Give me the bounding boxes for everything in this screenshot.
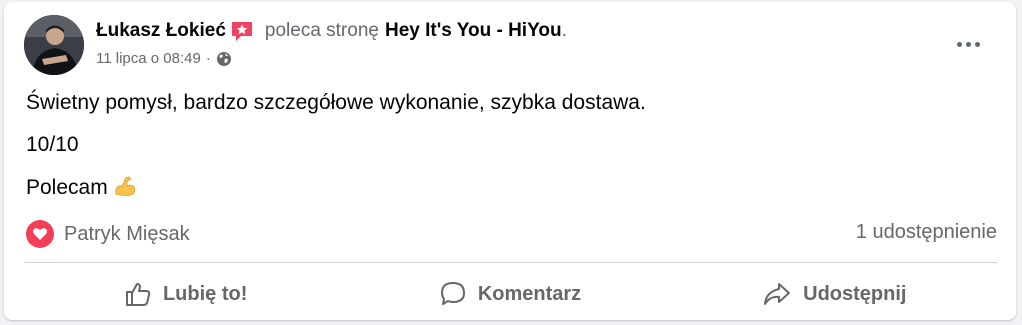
shares-count[interactable]: 1 udostępnienie	[856, 221, 997, 244]
share-arrow-icon	[764, 283, 791, 305]
post-header: Łukasz Łokieć poleca stronę Hey It's You…	[24, 15, 567, 77]
share-button[interactable]: Udostępnij	[673, 272, 997, 316]
thumbs-up-icon	[125, 283, 151, 306]
separator: ·	[205, 50, 211, 67]
globe-icon	[216, 51, 232, 67]
post-timestamp[interactable]: 11 lipca o 08:49	[96, 50, 201, 67]
share-label: Udostępnij	[803, 282, 907, 305]
page-name-link[interactable]: Hey It's You - HiYou	[385, 18, 562, 44]
comment-icon	[440, 282, 465, 305]
post-text-line-container: Polecam	[26, 174, 646, 201]
post-body: Świetny pomysł, bardzo szczegółowe wykon…	[26, 90, 646, 217]
post-card: Łukasz Łokieć poleca stronę Hey It's You…	[4, 2, 1016, 320]
dot-icon	[956, 41, 962, 47]
post-text-line: 10/10	[26, 133, 79, 156]
reactor-names[interactable]: Patryk Mięsak	[64, 223, 190, 246]
comment-button[interactable]: Komentarz	[348, 272, 672, 316]
dot-icon	[965, 41, 971, 47]
page-name-suffix: .	[561, 20, 567, 41]
divider	[24, 262, 997, 263]
more-options-button[interactable]	[950, 32, 986, 56]
avatar[interactable]	[24, 15, 84, 75]
dot-icon	[974, 41, 980, 47]
heart-icon	[26, 220, 54, 248]
like-button[interactable]: Lubię to!	[24, 272, 348, 316]
flexed-biceps-icon	[113, 174, 137, 198]
post-text-line: Świetny pomysł, bardzo szczegółowe wykon…	[26, 91, 646, 114]
like-label: Lubię to!	[162, 282, 248, 305]
action-bar: Lubię to! Komentarz Udostępnij	[24, 272, 997, 316]
recommendation-star-icon	[230, 20, 254, 42]
recommendation-action: poleca stronę	[264, 20, 379, 41]
comment-label: Komentarz	[477, 282, 582, 305]
reactions-summary[interactable]: Patryk Mięsak	[26, 220, 190, 248]
post-text-line: Polecam	[26, 176, 108, 199]
author-name[interactable]: Łukasz Łokieć	[96, 18, 226, 44]
